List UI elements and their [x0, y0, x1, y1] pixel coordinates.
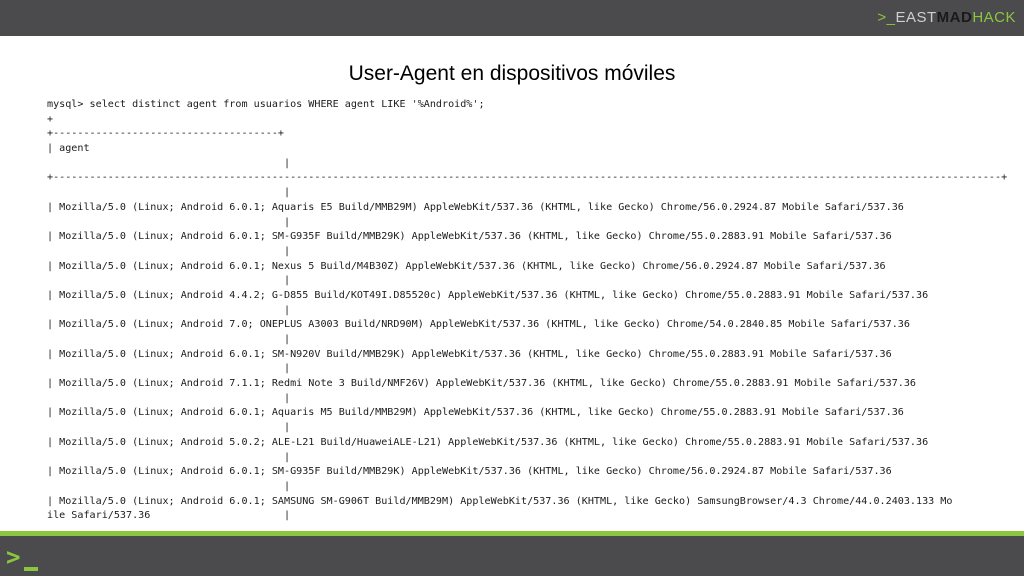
terminal-line: | Mozilla/5.0 (Linux; Android 6.0.1; SM-…: [47, 466, 892, 478]
terminal-line: | agent: [47, 143, 90, 155]
terminal-line: |: [47, 245, 291, 257]
terminal-line: |: [47, 304, 291, 316]
logo-hack: HACK: [972, 9, 1016, 26]
terminal-line: | Mozilla/5.0 (Linux; Android 7.1.1; Red…: [47, 378, 917, 390]
terminal-line: | Mozilla/5.0 (Linux; Android 6.0.1; Nex…: [47, 260, 886, 272]
terminal-line: mysql> select distinct agent from usuari…: [47, 99, 485, 110]
footer-bar: [0, 536, 1024, 576]
terminal-line: |: [47, 422, 291, 434]
terminal-line: +-------------------------------------+: [47, 128, 285, 140]
terminal-line: |: [47, 275, 291, 287]
header-bar: >_EASTMADHACK: [0, 0, 1024, 36]
terminal-line: | Mozilla/5.0 (Linux; Android 6.0.1; SM-…: [47, 231, 892, 243]
slide-title: User-Agent en dispositivos móviles: [348, 62, 676, 85]
terminal-line: |: [47, 334, 291, 345]
terminal-line: | Mozilla/5.0 (Linux; Android 6.0.1; SAM…: [47, 495, 953, 507]
terminal-line: |: [47, 187, 291, 199]
logo-mad: MAD: [936, 9, 973, 26]
terminal-line: ile Safari/537.36 |: [47, 510, 291, 522]
cursor-icon: [24, 567, 38, 571]
terminal-line: |: [47, 392, 291, 404]
terminal-line: |: [47, 480, 291, 492]
terminal-line: |: [47, 216, 291, 228]
terminal-line: +: [47, 113, 54, 125]
terminal-line: | Mozilla/5.0 (Linux; Android 6.0.1; Aqu…: [47, 407, 904, 419]
prompt-icon: >: [6, 543, 21, 571]
logo-east: EAST: [895, 9, 937, 26]
terminal-line: | Mozilla/5.0 (Linux; Android 4.4.2; G-D…: [47, 289, 929, 301]
logo-prompt: >_: [877, 9, 896, 26]
terminal-line: +---------------------------------------…: [47, 172, 1007, 184]
terminal-line: |: [47, 451, 291, 463]
terminal-line: |: [47, 157, 291, 169]
terminal-line: | Mozilla/5.0 (Linux; Android 6.0.1; Aqu…: [47, 201, 904, 213]
terminal-line: | Mozilla/5.0 (Linux; Android 6.0.1; SM-…: [47, 348, 892, 360]
terminal-output: mysql> select distinct agent from usuari…: [47, 98, 1007, 524]
terminal-line: |: [47, 363, 291, 375]
terminal-line: | Mozilla/5.0 (Linux; Android 5.0.2; ALE…: [47, 436, 929, 448]
eastmadhack-logo: >_EASTMADHACK: [877, 10, 1016, 26]
terminal-line: | Mozilla/5.0 (Linux; Android 7.0; ONEPL…: [47, 319, 910, 331]
